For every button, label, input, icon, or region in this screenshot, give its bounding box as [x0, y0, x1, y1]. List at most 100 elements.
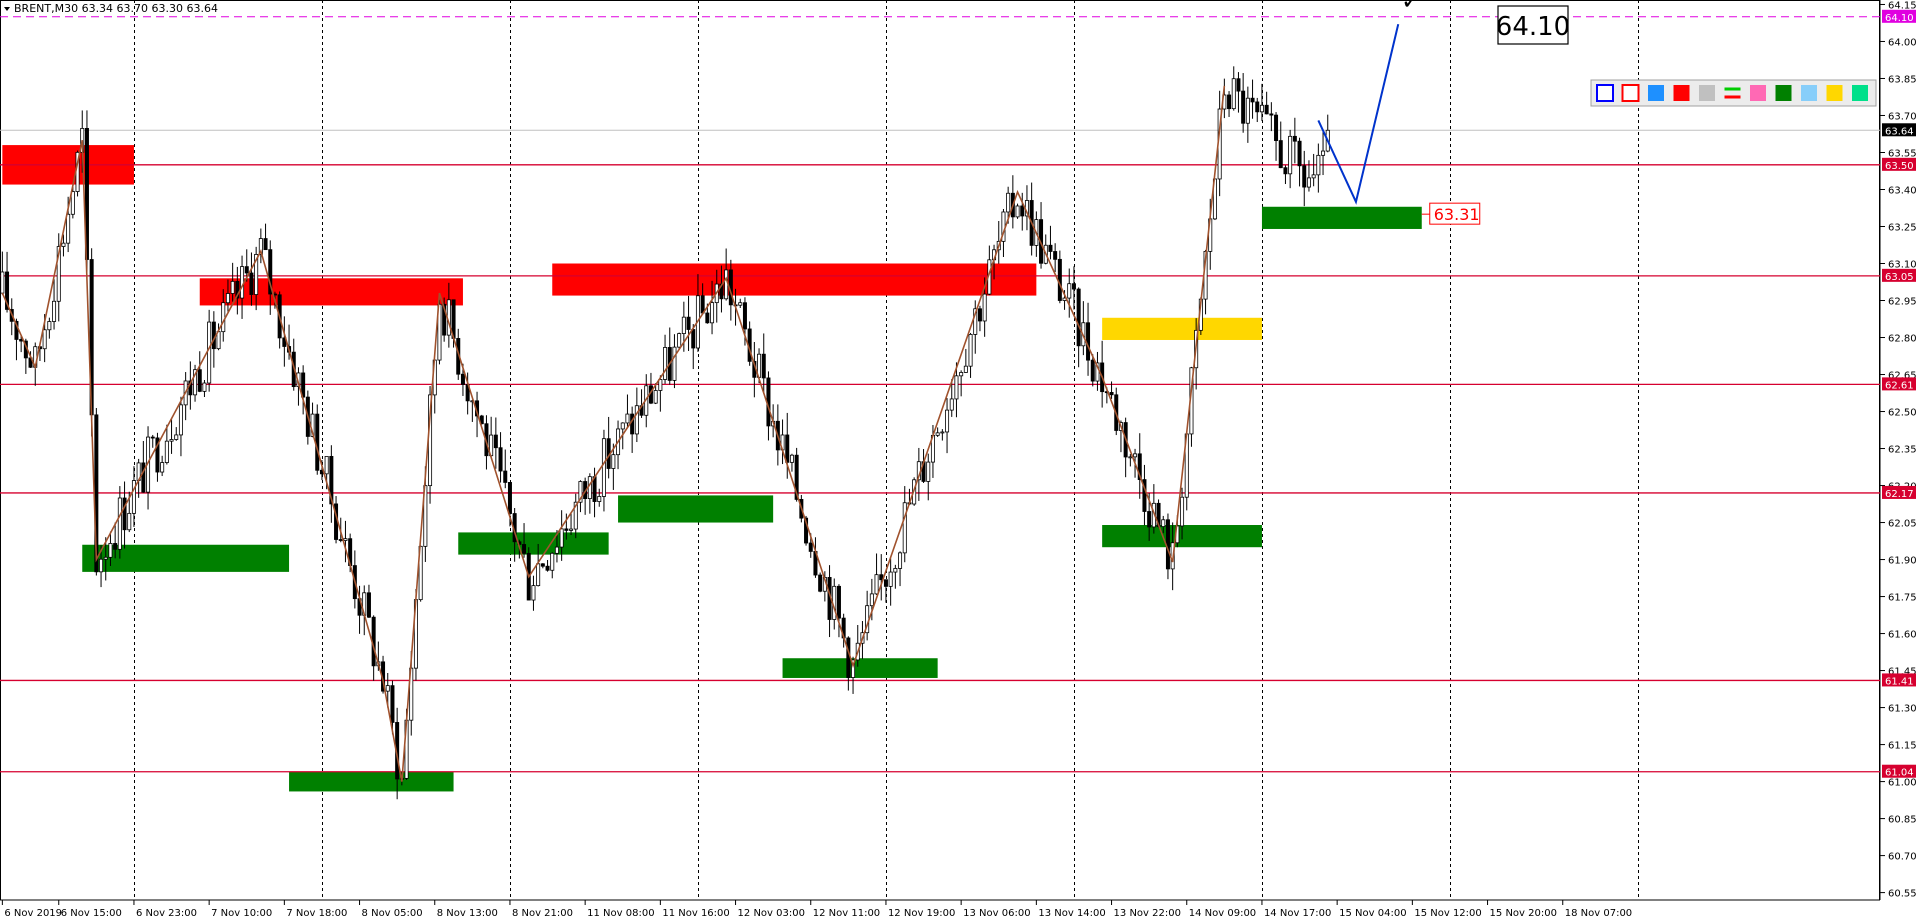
outline-swatch-icon[interactable] [1596, 84, 1614, 102]
candle-body [1053, 251, 1058, 260]
price-tick-label: 63.85 [1888, 74, 1916, 85]
candle-body [338, 539, 343, 541]
level-price-tag-label: 62.17 [1885, 489, 1914, 500]
candle-body [122, 497, 127, 531]
candle-body [545, 565, 550, 571]
candle-body [663, 347, 668, 380]
level-price-tag-label: 63.05 [1885, 272, 1914, 283]
candle-body [1086, 322, 1091, 361]
candle-body [686, 316, 691, 330]
zone-green [289, 771, 454, 792]
symbol-dropdown-icon[interactable] [4, 7, 10, 11]
outline-swatch-icon[interactable] [1621, 84, 1640, 102]
candle-body [493, 434, 498, 449]
candle-body [1133, 453, 1138, 458]
current-price-tag-label: 63.64 [1885, 126, 1914, 137]
candle-body [315, 413, 320, 471]
candle-body [625, 413, 630, 424]
candle-body [1306, 177, 1311, 188]
candle-body [47, 321, 52, 331]
time-tick-label: 8 Nov 21:00 [512, 908, 573, 919]
candle-body [554, 546, 559, 554]
time-tick-label: 7 Nov 10:00 [211, 908, 272, 919]
color-swatch-icon[interactable] [1826, 85, 1843, 101]
candle-body [66, 213, 71, 244]
projection-line [1317, 23, 1400, 205]
candle-body [977, 308, 982, 322]
candle-body [1006, 192, 1011, 213]
price-tick-label: 64.00 [1888, 37, 1916, 48]
candle-body [893, 568, 898, 573]
time-tick-label: 8 Nov 05:00 [362, 908, 423, 919]
plot-border [0, 0, 1880, 901]
candle-body [0, 271, 5, 294]
candle-body [1297, 140, 1302, 167]
candle-body [164, 440, 169, 463]
candle-body [550, 552, 555, 571]
candle-body [1147, 511, 1152, 528]
candle-body [705, 312, 710, 324]
candle-body [945, 409, 950, 433]
price-tick-label: 63.25 [1888, 223, 1916, 234]
time-tick-label: 15 Nov 12:00 [1414, 908, 1481, 919]
candle-body [1231, 78, 1236, 110]
price-tick-label: 62.80 [1888, 334, 1916, 345]
zone-green [782, 658, 938, 678]
candle-body [540, 563, 545, 567]
price-chart[interactable]: 64.1564.0063.8563.7063.5563.4063.2563.10… [0, 0, 1916, 923]
price-tick-label: 62.95 [1888, 297, 1916, 308]
price-tick-label: 62.05 [1888, 519, 1916, 530]
color-swatch-icon[interactable] [1801, 85, 1817, 101]
candle-body [1250, 97, 1255, 103]
price-tick-label: 60.70 [1888, 852, 1916, 863]
candle-body [738, 302, 743, 306]
level-price-tag-label: 61.41 [1885, 676, 1914, 687]
time-tick-label: 11 Nov 16:00 [662, 908, 729, 919]
time-tick-label: 8 Nov 13:00 [437, 908, 498, 919]
color-swatch-icon[interactable] [1775, 85, 1792, 101]
candle-body [1109, 392, 1114, 396]
candle-body [343, 538, 348, 541]
color-swatch-icon[interactable] [1699, 85, 1715, 101]
time-tick-label: 13 Nov 06:00 [963, 908, 1030, 919]
candle-body [1302, 165, 1307, 188]
target-callout-label: 64.10 [1496, 12, 1570, 42]
candle-body [1227, 94, 1232, 110]
target-price-tag-label: 64.10 [1885, 13, 1914, 24]
price-tick-label: 63.40 [1888, 185, 1916, 196]
color-swatch-icon[interactable] [1750, 85, 1766, 101]
candle-body [700, 295, 705, 314]
candle-body [982, 293, 987, 322]
price-tick-label: 62.35 [1888, 445, 1916, 456]
candle-body [324, 455, 329, 475]
candle-body [1321, 150, 1326, 156]
candle-body [70, 191, 75, 215]
price-tick-label: 60.55 [1888, 889, 1916, 900]
candle-body [789, 454, 794, 463]
level-price-tag-label: 63.50 [1885, 161, 1914, 172]
price-tick-label: 61.15 [1888, 741, 1916, 752]
candle-body [207, 321, 212, 384]
color-swatch-icon[interactable] [1673, 85, 1690, 101]
candle-body [202, 382, 207, 392]
candle-body [1161, 519, 1166, 527]
candle-body [536, 563, 541, 587]
candle-body [761, 353, 766, 379]
candle-body [150, 436, 155, 439]
level-price-tag-label: 61.04 [1885, 768, 1914, 779]
color-swatch-icon[interactable] [1648, 85, 1664, 101]
candle-body [498, 447, 503, 472]
candle-body [681, 316, 686, 334]
candle-body [710, 302, 715, 324]
candle-body [169, 439, 174, 442]
time-tick-label: 14 Nov 09:00 [1189, 908, 1256, 919]
time-tick-label: 18 Nov 07:00 [1565, 908, 1632, 919]
price-tick-label: 61.00 [1888, 778, 1916, 789]
candle-body [968, 334, 973, 367]
zone-yellow [1102, 317, 1262, 340]
candle-body [1288, 135, 1293, 175]
candle-body [898, 552, 903, 569]
candle-body [587, 476, 592, 500]
color-swatch-icon[interactable] [1852, 85, 1868, 101]
time-tick-label: 6 Nov 15:00 [61, 908, 122, 919]
